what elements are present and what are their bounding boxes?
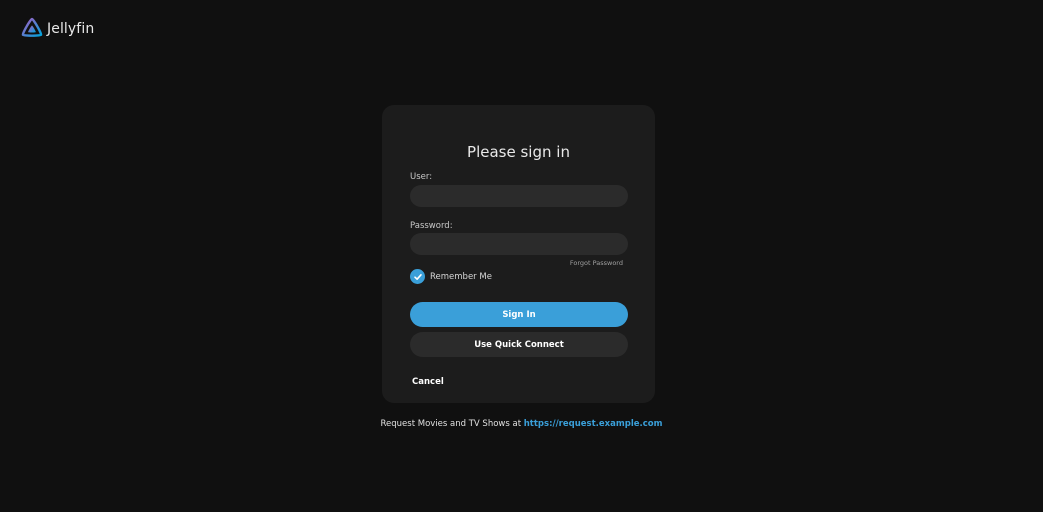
user-input[interactable] — [410, 185, 628, 207]
forgot-password-link[interactable]: Forgot Password — [570, 259, 623, 267]
footer-note: Request Movies and TV Shows at https://r… — [0, 419, 1043, 429]
check-icon — [413, 273, 422, 280]
user-label: User: — [410, 172, 433, 182]
page-title: Please sign in — [467, 143, 570, 161]
login-card: Please sign in User: Password: Forgot Pa… — [382, 105, 655, 403]
app-header: Jellyfin — [20, 16, 94, 42]
password-input[interactable] — [410, 233, 628, 255]
quick-connect-button[interactable]: Use Quick Connect — [410, 332, 628, 357]
remember-me-row[interactable]: Remember Me — [410, 269, 492, 284]
cancel-button[interactable]: Cancel — [412, 377, 444, 387]
password-label: Password: — [410, 221, 453, 231]
footer-text: Request Movies and TV Shows at — [380, 419, 524, 429]
app-name: Jellyfin — [47, 21, 95, 37]
request-link[interactable]: https://request.example.com — [524, 419, 663, 429]
remember-me-label: Remember Me — [430, 271, 492, 282]
remember-me-checkbox[interactable] — [410, 269, 425, 284]
sign-in-button[interactable]: Sign In — [410, 302, 628, 327]
jellyfin-logo-icon[interactable] — [20, 17, 44, 41]
